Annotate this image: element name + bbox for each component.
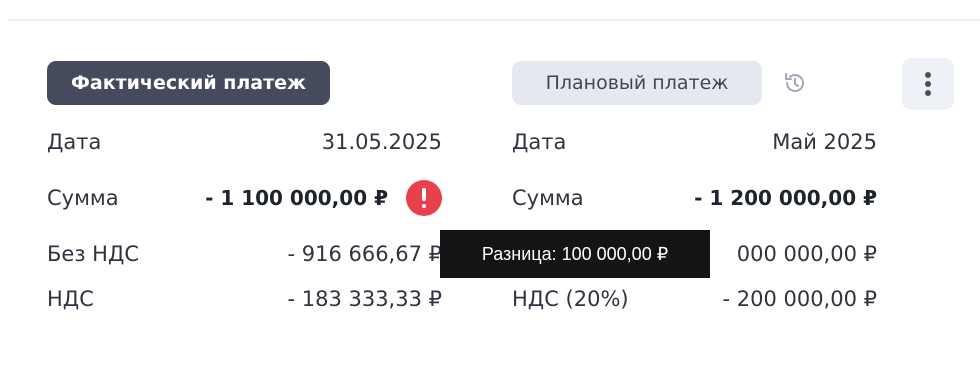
planned-no-vat-value: 000 000,00 ₽ [736,242,877,266]
menu-dot [925,81,931,87]
actual-date-value: 31.05.2025 [321,130,442,154]
planned-sum-label: Сумма [512,186,584,210]
actual-sum-value: - 1 100 000,00 ₽ [205,186,388,210]
planned-vat-value: - 200 000,00 ₽ [722,287,877,311]
planned-payment-tab[interactable]: Плановый платеж [512,61,762,105]
menu-dot [925,90,931,96]
more-vertical-icon[interactable] [902,58,954,110]
planned-date-value: Май 2025 [772,130,877,154]
planned-date-label: Дата [512,130,567,154]
planned-vat-label: НДС (20%) [512,287,629,311]
actual-sum-label: Сумма [47,186,119,210]
difference-tooltip: Разница: 100 000,00 ₽ [440,230,710,278]
history-icon[interactable] [781,70,807,96]
menu-dot [925,72,931,78]
actual-date-label: Дата [47,130,102,154]
planned-sum-value: - 1 200 000,00 ₽ [694,186,877,210]
top-divider [8,19,980,21]
actual-no-vat-value: - 916 666,67 ₽ [287,242,442,266]
actual-no-vat-label: Без НДС [47,242,140,266]
alert-icon[interactable] [406,180,442,216]
actual-vat-label: НДС [47,287,94,311]
actual-vat-value: - 183 333,33 ₽ [287,287,442,311]
actual-payment-tab[interactable]: Фактический платеж [47,61,330,105]
